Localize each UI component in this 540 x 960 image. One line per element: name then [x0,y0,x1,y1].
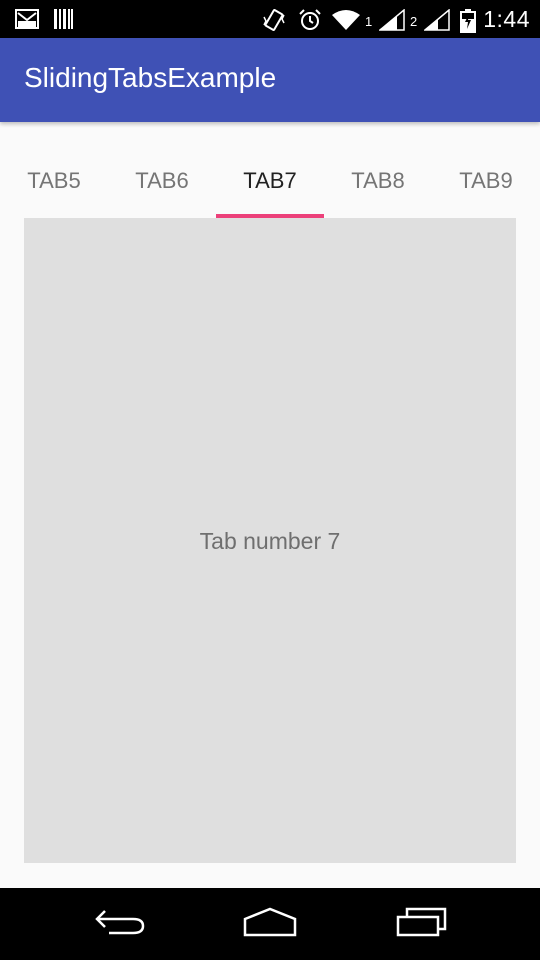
wifi-icon [331,9,361,31]
sim2-label: 2 [410,14,418,29]
recents-button[interactable] [386,904,458,944]
tab-strip: TAB5 TAB6 TAB7 TAB8 TAB9 [0,148,540,218]
signal-icon [424,9,450,31]
battery-charging-icon [460,9,476,33]
status-time: 1:44 [483,6,530,32]
tab-label: TAB6 [135,168,189,193]
tab-label: TAB9 [459,168,513,193]
tab-tab8[interactable]: TAB8 [324,148,432,218]
barcode-icon [53,9,73,29]
home-icon [242,907,298,942]
vibrate-icon [262,9,286,31]
tab-label: TAB7 [243,168,297,193]
tab-label: TAB5 [27,168,81,193]
tab-content-text: Tab number 7 [199,528,341,554]
app-bar: SlidingTabsExample [0,38,540,122]
status-bar: 1 2 1:44 [0,0,540,38]
back-button[interactable] [84,904,156,944]
tab-label: TAB8 [351,168,405,193]
signal-icon [379,9,405,31]
tab-tab7[interactable]: TAB7 [216,148,324,218]
tab-content-panel[interactable]: Tab number 7 [24,218,516,863]
tab-tab6[interactable]: TAB6 [108,148,216,218]
alarm-icon [298,9,322,31]
home-button[interactable] [234,904,306,944]
gmail-icon [15,9,39,29]
recents-icon [395,907,449,942]
tab-tab9[interactable]: TAB9 [432,148,540,218]
tab-tab5[interactable]: TAB5 [0,148,108,218]
back-icon [93,907,147,942]
navigation-bar [0,888,540,960]
sim1-label: 1 [365,14,373,29]
app-title: SlidingTabsExample [24,62,277,93]
